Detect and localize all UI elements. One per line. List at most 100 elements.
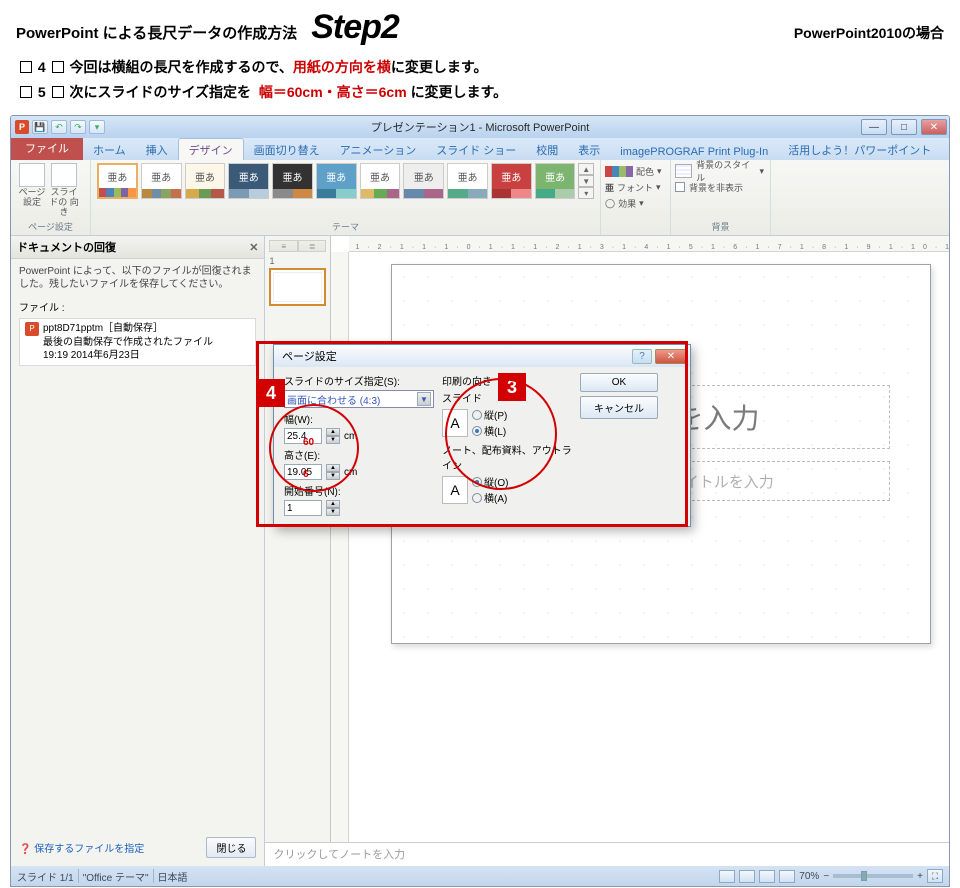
ribbon-group-colors: 配色 ▾ 亜 フォント ▾ ◯ 効果 ▾ bbox=[601, 160, 671, 235]
ribbon: ページ 設定 スライドの 向き ページ設定 亜あ 亜あ 亜あ 亜あ 亜あ 亜あ … bbox=[11, 160, 949, 236]
maximize-button[interactable]: □ bbox=[891, 119, 917, 135]
theme-thumbnail[interactable]: 亜あ bbox=[228, 163, 269, 199]
recovery-link[interactable]: ❓ 保存するファイルを指定 bbox=[19, 840, 144, 855]
view-sorter-button[interactable] bbox=[739, 870, 755, 883]
dialog-close-button[interactable]: ✕ bbox=[655, 349, 687, 364]
theme-thumbnail[interactable]: 亜あ bbox=[185, 163, 226, 199]
zoom-slider[interactable] bbox=[833, 874, 913, 878]
theme-thumbnail[interactable]: 亜あ bbox=[491, 163, 532, 199]
startnum-spinner[interactable]: ▲▼ bbox=[326, 500, 340, 516]
ribbon-tabs: ファイル ホーム 挿入 デザイン 画面切り替え アニメーション スライド ショー… bbox=[11, 138, 949, 160]
view-normal-button[interactable] bbox=[719, 870, 735, 883]
group-label: テーマ bbox=[91, 220, 600, 233]
size-label: スライドのサイズ指定(S): bbox=[284, 373, 434, 388]
ruler-horizontal: 1·2·1·1·1·0·1·1·1·2·1·3·1·4·1·5·1·6·1·7·… bbox=[349, 236, 949, 252]
minimize-button[interactable]: — bbox=[861, 119, 887, 135]
tab-home[interactable]: ホーム bbox=[83, 139, 136, 160]
theme-thumbnail[interactable]: 亜あ bbox=[272, 163, 313, 199]
zoom-percent: 70% bbox=[799, 871, 819, 882]
page-setup-button[interactable]: ページ 設定 bbox=[17, 163, 47, 218]
startnum-input[interactable]: 1 bbox=[284, 500, 322, 516]
slide-thumbnail[interactable] bbox=[269, 268, 326, 306]
zoom-out-button[interactable]: − bbox=[823, 871, 829, 882]
unit-label: cm bbox=[344, 467, 357, 478]
radio-portrait2[interactable]: 縦(O) bbox=[472, 474, 508, 489]
theme-name: "Office テーマ" bbox=[83, 869, 149, 884]
ok-button[interactable]: OK bbox=[580, 373, 658, 392]
size-dropdown[interactable]: 画面に合わせる (4:3) ▼ bbox=[284, 390, 434, 408]
qat-undo-button[interactable]: ↶ bbox=[51, 120, 67, 134]
height-label: 高さ(E): bbox=[284, 447, 434, 462]
theme-thumbnail[interactable]: 亜あ bbox=[403, 163, 444, 199]
badge-4: 4 bbox=[257, 379, 285, 407]
tab-slideshow[interactable]: スライド ショー bbox=[426, 139, 526, 160]
tab-view[interactable]: 表示 bbox=[568, 139, 610, 160]
tab-animations[interactable]: アニメーション bbox=[330, 139, 427, 160]
orient-icon: A bbox=[442, 476, 468, 504]
effects-button[interactable]: ◯ 効果 ▾ bbox=[605, 195, 664, 211]
tab-transitions[interactable]: 画面切り替え bbox=[244, 139, 330, 160]
qat-save-button[interactable]: 💾 bbox=[32, 120, 48, 134]
radio-portrait[interactable]: 縦(P) bbox=[472, 407, 507, 422]
tab-design[interactable]: デザイン bbox=[178, 138, 244, 160]
view-slideshow-button[interactable] bbox=[779, 870, 795, 883]
size-value: 画面に合わせる (4:3) bbox=[287, 392, 380, 407]
slide-orientation-button[interactable]: スライドの 向き bbox=[49, 163, 79, 218]
theme-thumbnail[interactable]: 亜あ bbox=[316, 163, 357, 199]
step-label: Step2 bbox=[311, 8, 399, 47]
dialog-title: ページ設定 bbox=[282, 348, 337, 364]
group-label: 背景 bbox=[671, 220, 770, 233]
language-indicator: 日本語 bbox=[158, 869, 188, 884]
width-label: 幅(W): bbox=[284, 411, 434, 426]
startnum-label: 開始番号(N): bbox=[284, 483, 341, 498]
instr-text: 今回は横組の長尺を作成するので、 bbox=[69, 59, 292, 75]
view-reading-button[interactable] bbox=[759, 870, 775, 883]
theme-thumbnail[interactable]: 亜あ bbox=[97, 163, 138, 199]
theme-thumbnail[interactable]: 亜あ bbox=[360, 163, 401, 199]
recovery-close-icon[interactable]: ✕ bbox=[249, 241, 258, 254]
page-setup-label: ページ 設定 bbox=[17, 188, 47, 208]
fonts-button[interactable]: 亜 フォント ▾ bbox=[605, 179, 664, 195]
editor-pane: 1·2·1·1·1·0·1·1·1·2·1·3·1·4·1·5·1·6·1·7·… bbox=[331, 236, 949, 842]
thumb-tab[interactable]: ≣ bbox=[298, 240, 327, 252]
thumbnail-pane: ≡≣ 1 bbox=[265, 236, 331, 842]
notes-pane[interactable]: クリックしてノートを入力 bbox=[265, 842, 949, 866]
page-header: PowerPoint による長尺データの作成方法 Step2 PowerPoin… bbox=[0, 0, 960, 51]
annotation-height-value: 6 bbox=[303, 469, 309, 480]
zoom-fit-button[interactable]: ⛶ bbox=[927, 869, 943, 883]
radio-landscape2[interactable]: 横(A) bbox=[472, 490, 508, 505]
cancel-button[interactable]: キャンセル bbox=[580, 396, 658, 419]
radio-landscape[interactable]: 横(L) bbox=[472, 423, 507, 438]
recovery-desc: PowerPoint によって、以下のファイルが回復されました。残したいファイル… bbox=[11, 259, 264, 297]
tab-review[interactable]: 校閲 bbox=[526, 139, 568, 160]
dialog-help-button[interactable]: ? bbox=[632, 349, 652, 364]
zoom-in-button[interactable]: + bbox=[917, 871, 923, 882]
recovery-close-button[interactable]: 閉じる bbox=[206, 837, 256, 858]
titlebar: P 💾 ↶ ↷ ▾ プレゼンテーション1 - Microsoft PowerPo… bbox=[11, 116, 949, 138]
page-title: PowerPoint による長尺データの作成方法 bbox=[16, 22, 297, 43]
recovery-file[interactable]: Pppt8D71pptm［自動保存］ 最後の自動保存で作成されたファイル 19:… bbox=[19, 318, 256, 366]
theme-thumbnail[interactable]: 亜あ bbox=[535, 163, 576, 199]
instr-num: 4 bbox=[38, 59, 46, 75]
statusbar: スライド 1/1 "Office テーマ" 日本語 70% − + ⛶ bbox=[11, 866, 949, 886]
theme-thumbnail[interactable]: 亜あ bbox=[447, 163, 488, 199]
theme-thumbnail[interactable]: 亜あ bbox=[141, 163, 182, 199]
bg-style-button[interactable]: 背景のスタイル ▾ bbox=[675, 163, 764, 179]
height-spinner[interactable]: ▲▼ bbox=[326, 464, 340, 480]
qat-redo-button[interactable]: ↷ bbox=[70, 120, 86, 134]
width-spinner[interactable]: ▲▼ bbox=[326, 428, 340, 444]
bg-hide-label: 背景を非表示 bbox=[689, 181, 743, 194]
qat-dropdown[interactable]: ▾ bbox=[89, 120, 105, 134]
bg-hide-checkbox[interactable]: 背景を非表示 bbox=[675, 179, 764, 195]
page-setup-dialog: ページ設定 ? ✕ スライドのサイズ指定(S): 画面に合わせる (4:3) ▼… bbox=[273, 344, 691, 527]
tab-extra[interactable]: 活用しよう！パワーポイント bbox=[778, 139, 941, 160]
thumb-tab[interactable]: ≡ bbox=[269, 240, 298, 252]
colors-button[interactable]: 配色 ▾ bbox=[605, 163, 664, 179]
theme-gallery-scroll[interactable]: ▲▼▾ bbox=[578, 163, 594, 199]
tab-file[interactable]: ファイル bbox=[11, 136, 83, 160]
colors-label: 配色 bbox=[636, 165, 654, 178]
tab-insert[interactable]: 挿入 bbox=[136, 139, 178, 160]
slide-orientation-icon bbox=[51, 163, 77, 187]
recovery-file-line3: 19:19 2014年6月23日 bbox=[43, 349, 250, 362]
close-button[interactable]: ✕ bbox=[921, 119, 947, 135]
